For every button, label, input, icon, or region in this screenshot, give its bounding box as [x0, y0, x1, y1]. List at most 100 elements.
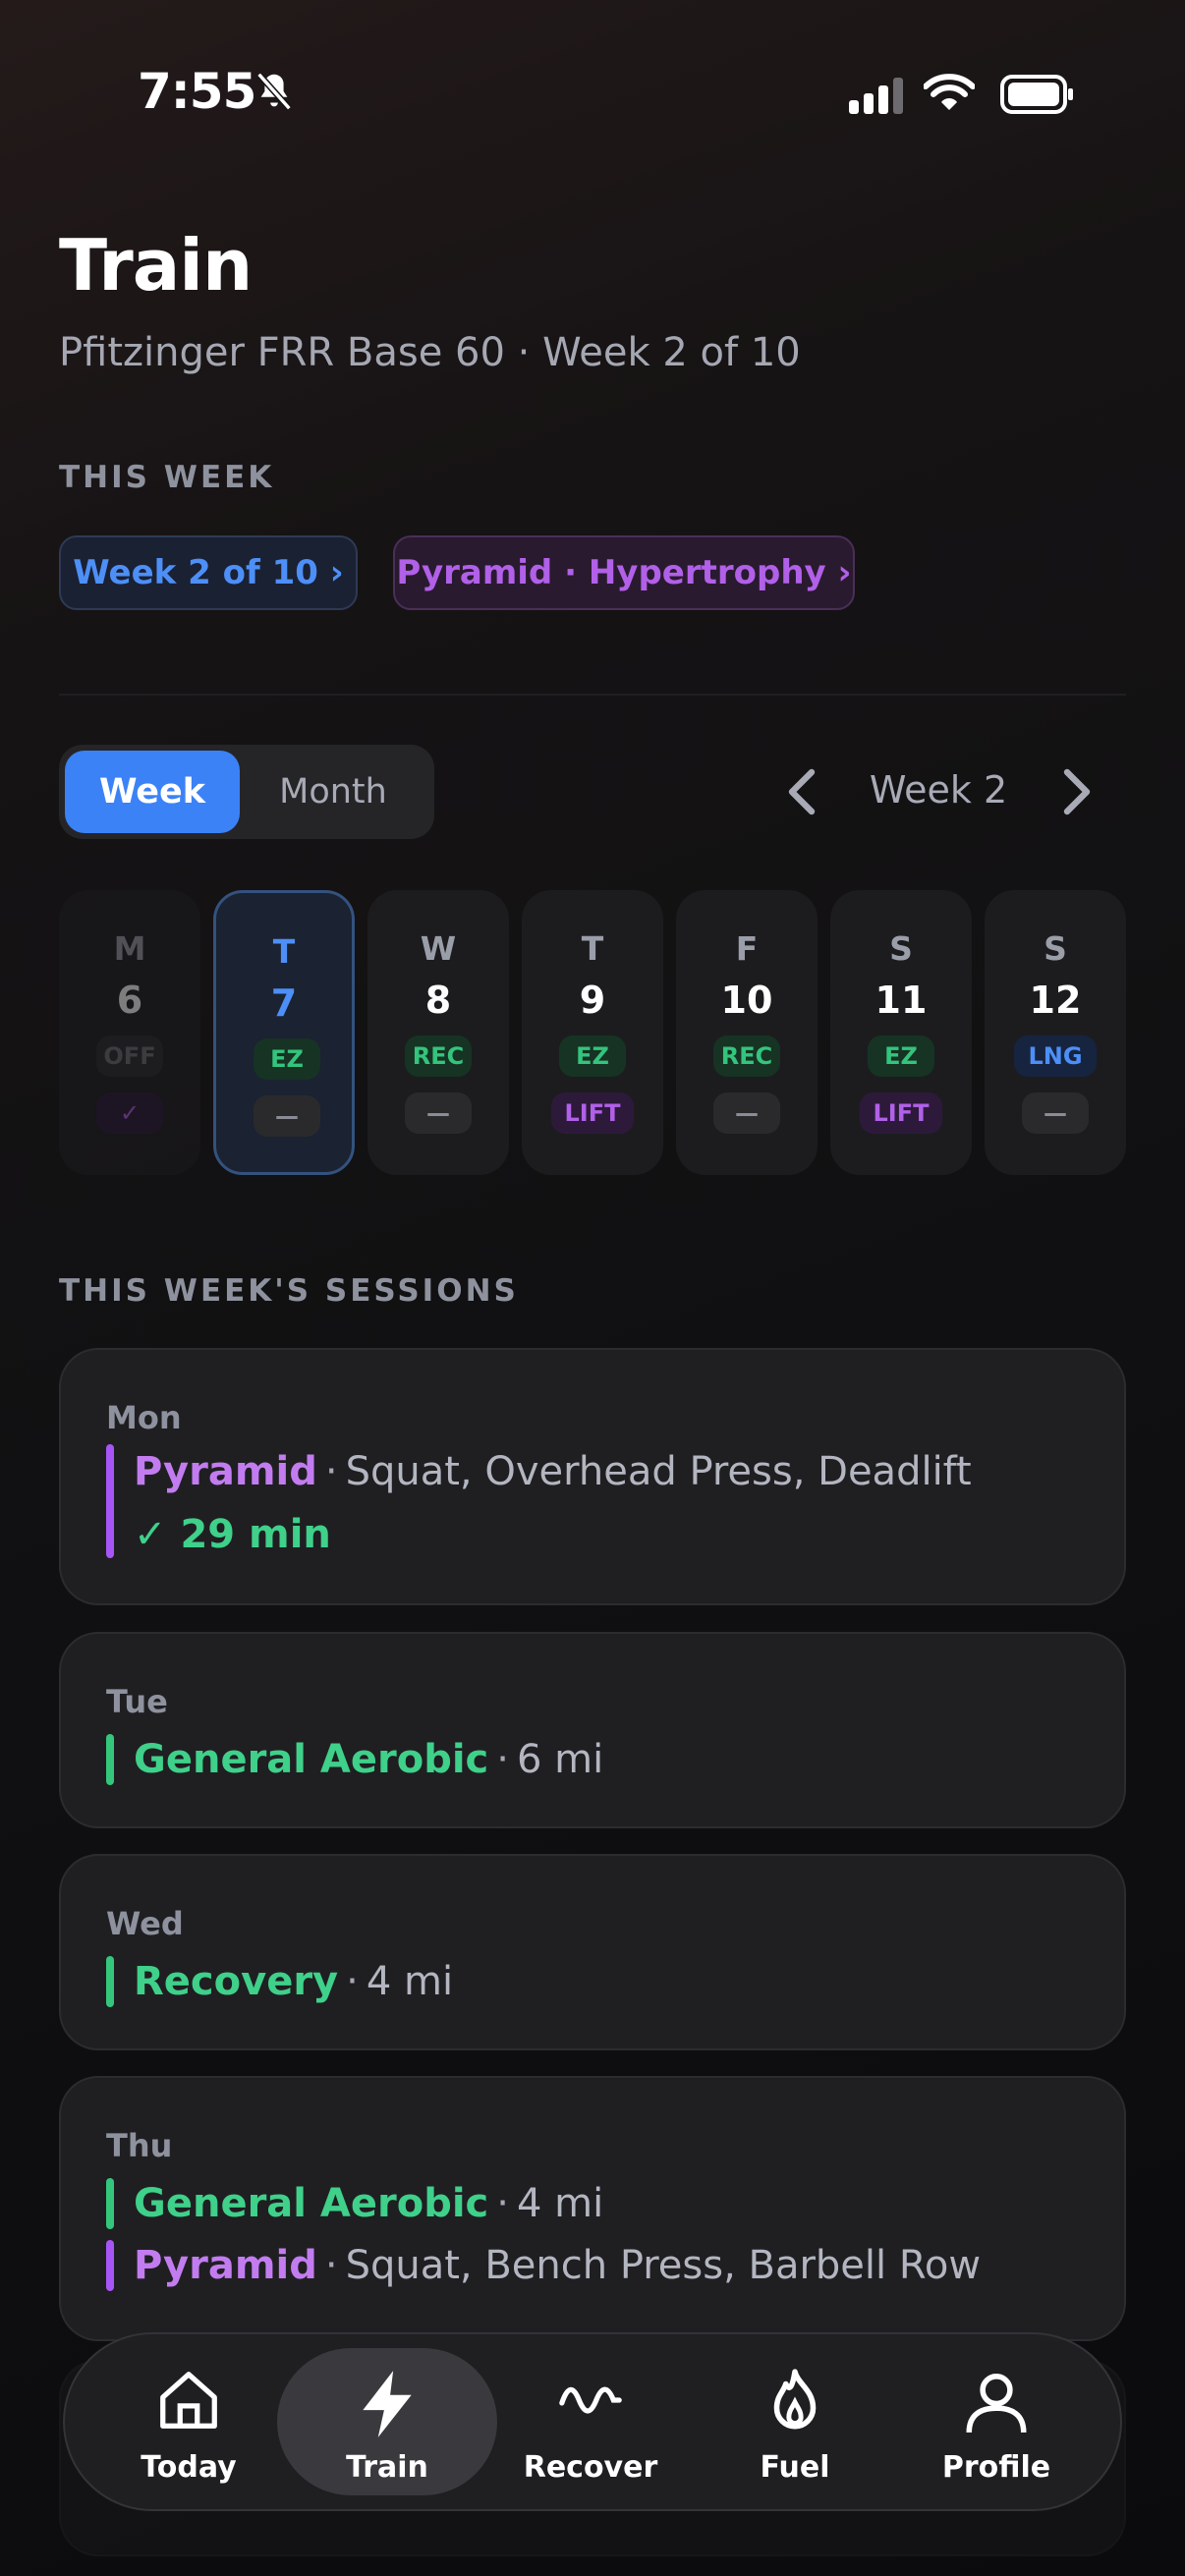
tab-label: Today	[141, 2450, 237, 2485]
wave-icon	[559, 2386, 622, 2414]
week-view-button[interactable]: Week	[65, 751, 240, 833]
plan-subtitle: Pfitzinger FRR Base 60 · Week 2 of 10	[59, 330, 801, 375]
day-cell-fri[interactable]: F 10 REC —	[676, 890, 818, 1175]
day-letter: S	[889, 929, 913, 968]
session-day: Mon	[106, 1399, 182, 1436]
session-run-line: Recovery · 4 mi	[106, 1954, 453, 2009]
session-name: General Aerobic	[134, 2181, 489, 2226]
session-lift-line: Pyramid · Squat, Overhead Press, Deadlif…	[106, 1444, 972, 1558]
run-color-bar	[106, 2178, 114, 2229]
month-view-button[interactable]: Month	[254, 751, 413, 833]
lift-badge: LIFT	[551, 1092, 634, 1134]
lift-badge: —	[405, 1092, 472, 1134]
separator: ·	[346, 1959, 359, 2004]
day-letter: M	[113, 929, 146, 968]
lift-done-check: ✓	[96, 1092, 163, 1134]
tab-recover[interactable]: Recover	[480, 2348, 701, 2495]
day-number: 10	[720, 979, 773, 1022]
bell-slash-icon	[256, 72, 292, 111]
tab-label: Train	[346, 2450, 428, 2485]
this-week-label: THIS WEEK	[59, 460, 275, 495]
week-progress-chip[interactable]: Week 2 of 10 ›	[59, 535, 358, 610]
chevron-left-icon[interactable]	[784, 766, 819, 817]
session-detail: 6 mi	[517, 1737, 604, 1782]
separator: ·	[496, 1737, 509, 1782]
signal-icon	[849, 75, 908, 114]
session-detail: Squat, Bench Press, Barbell Row	[345, 2243, 982, 2288]
day-letter: T	[272, 932, 296, 971]
run-badge: REC	[713, 1036, 780, 1077]
session-lift-line: Pyramid · Squat, Bench Press, Barbell Ro…	[106, 2238, 981, 2293]
divider	[59, 694, 1126, 696]
day-cell-tue-selected[interactable]: T 7 EZ —	[213, 890, 355, 1175]
separator: ·	[496, 2181, 509, 2226]
sessions-label: THIS WEEK'S SESSIONS	[59, 1273, 519, 1309]
run-color-bar	[106, 1956, 114, 2007]
day-number: 8	[424, 979, 452, 1022]
tab-label: Recover	[523, 2450, 658, 2485]
session-detail: Squat, Overhead Press, Deadlift	[345, 1449, 972, 1494]
session-card-mon[interactable]: Mon Pyramid · Squat, Overhead Press, Dea…	[59, 1348, 1126, 1605]
run-badge: REC	[405, 1036, 472, 1077]
status-time: 7:55	[138, 63, 256, 120]
day-cell-wed[interactable]: W 8 REC —	[367, 890, 509, 1175]
day-number: 12	[1029, 979, 1082, 1022]
session-done-line: ✓ 29 min	[134, 1507, 331, 1562]
run-badge: EZ	[559, 1036, 626, 1077]
day-number: 6	[116, 979, 143, 1022]
session-name: General Aerobic	[134, 1737, 489, 1782]
run-badge: LNG	[1014, 1036, 1097, 1077]
day-cell-thu[interactable]: T 9 EZ LIFT	[522, 890, 663, 1175]
battery-icon	[1000, 75, 1073, 114]
lift-badge: —	[254, 1095, 320, 1137]
run-color-bar	[106, 1734, 114, 1785]
tab-label: Fuel	[760, 2450, 830, 2485]
session-card-wed[interactable]: Wed Recovery · 4 mi	[59, 1854, 1126, 2050]
session-detail: 4 mi	[517, 2181, 604, 2226]
completed-duration: ✓ 29 min	[134, 1512, 331, 1557]
day-letter: F	[735, 929, 759, 968]
session-detail: 4 mi	[366, 1959, 454, 2004]
day-letter: S	[1044, 929, 1067, 968]
day-cell-sun[interactable]: S 12 LNG —	[985, 890, 1126, 1175]
session-day: Wed	[106, 1905, 184, 1942]
flame-icon	[773, 2369, 817, 2430]
lift-color-bar	[106, 1444, 114, 1558]
lift-badge: —	[713, 1092, 780, 1134]
page-title: Train	[59, 224, 253, 307]
lift-badge: —	[1022, 1092, 1089, 1134]
session-run-line: General Aerobic · 4 mi	[106, 2176, 603, 2231]
person-icon	[966, 2374, 1027, 2434]
day-number: 7	[270, 981, 298, 1025]
session-card-tue[interactable]: Tue General Aerobic · 6 mi	[59, 1632, 1126, 1828]
tab-today[interactable]: Today	[79, 2348, 299, 2495]
day-letter: W	[420, 929, 457, 968]
day-cell-sat[interactable]: S 11 EZ LIFT	[830, 890, 972, 1175]
separator: ·	[324, 1449, 338, 1494]
bolt-icon	[363, 2371, 412, 2437]
tab-profile[interactable]: Profile	[886, 2348, 1106, 2495]
lift-badge: LIFT	[860, 1092, 942, 1134]
session-run-line: General Aerobic · 6 mi	[106, 1732, 603, 1787]
chevron-right-icon[interactable]	[1059, 766, 1095, 817]
day-number: 11	[875, 979, 928, 1022]
week-nav-label: Week 2	[869, 768, 1008, 812]
day-number: 9	[579, 979, 606, 1022]
session-card-thu[interactable]: Thu General Aerobic · 4 mi Pyramid · Squ…	[59, 2076, 1126, 2341]
tab-fuel[interactable]: Fuel	[685, 2348, 905, 2495]
day-cell-mon[interactable]: M 6 OFF ✓	[59, 890, 200, 1175]
session-name: Pyramid	[134, 1449, 317, 1494]
session-day: Thu	[106, 2127, 173, 2164]
tab-train[interactable]: Train	[277, 2348, 497, 2495]
home-icon	[160, 2372, 217, 2429]
session-name: Pyramid	[134, 2243, 317, 2288]
run-badge: EZ	[868, 1036, 934, 1077]
run-badge: OFF	[96, 1036, 163, 1077]
separator: ·	[324, 2243, 338, 2288]
tab-label: Profile	[941, 2450, 1051, 2485]
session-name: Recovery	[134, 1959, 339, 2004]
lift-color-bar	[106, 2240, 114, 2291]
wifi-icon	[924, 74, 975, 110]
program-chip[interactable]: Pyramid · Hypertrophy ›	[393, 535, 855, 610]
run-badge: EZ	[254, 1038, 320, 1080]
